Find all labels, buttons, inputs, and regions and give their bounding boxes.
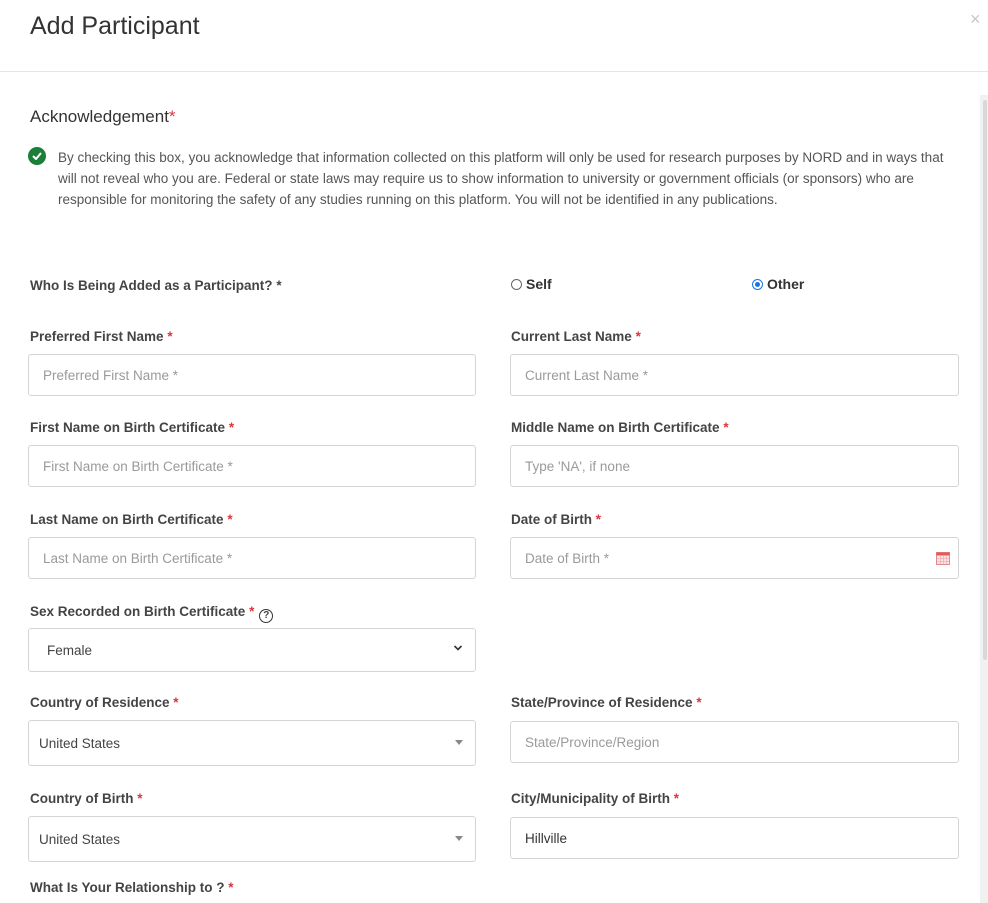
radio-other-circle[interactable] [752,278,763,290]
radio-self-circle[interactable] [511,278,522,290]
middle-name-birth-label: Middle Name on Birth Certificate * [511,420,729,435]
participant-type-label: Who Is Being Added as a Participant? * [30,278,282,293]
city-birth-label: City/Municipality of Birth * [511,791,680,806]
preferred-first-name-label: Preferred First Name * [30,329,173,344]
radio-other[interactable]: Other [752,276,804,292]
modal-title: Add Participant [30,12,200,40]
state-residence-input[interactable]: State/Province/Region [510,721,959,763]
first-name-birth-input[interactable]: First Name on Birth Certificate * [28,445,476,487]
acknowledgement-checkbox[interactable] [28,147,46,165]
sex-birth-label: Sex Recorded on Birth Certificate *? [30,604,274,623]
date-of-birth-input[interactable]: Date of Birth * [510,537,959,579]
country-residence-label: Country of Residence * [30,695,179,710]
middle-name-birth-input[interactable]: Type 'NA', if none [510,445,959,487]
current-last-name-input[interactable]: Current Last Name * [510,354,959,396]
last-name-birth-input[interactable]: Last Name on Birth Certificate * [28,537,476,579]
dropdown-arrow-icon [455,836,463,841]
first-name-birth-label: First Name on Birth Certificate * [30,420,235,435]
close-button[interactable]: × [970,10,981,28]
date-of-birth-label: Date of Birth * [511,512,602,527]
current-last-name-label: Current Last Name * [511,329,641,344]
last-name-birth-label: Last Name on Birth Certificate * [30,512,233,527]
sex-birth-select[interactable]: Female [28,628,476,672]
chevron-down-icon [453,645,463,651]
preferred-first-name-input[interactable]: Preferred First Name * [28,354,476,396]
dropdown-arrow-icon [455,740,463,745]
country-birth-select[interactable]: United States [28,816,476,862]
country-residence-select[interactable]: United States [28,720,476,766]
state-residence-label: State/Province of Residence * [511,695,702,710]
modal-header: Add Participant × [0,0,988,72]
country-birth-label: Country of Birth * [30,791,143,806]
acknowledgement-title: Acknowledgement* [30,107,176,126]
radio-self[interactable]: Self [511,276,552,292]
checkmark-icon [32,152,42,160]
calendar-icon[interactable] [936,552,950,565]
acknowledgement-text: By checking this box, you acknowledge th… [58,150,944,207]
relationship-label: What Is Your Relationship to ? * [30,880,234,895]
scrollbar-thumb[interactable] [983,100,987,660]
city-birth-input[interactable]: Hillville [510,817,959,859]
help-icon[interactable]: ? [259,609,274,623]
